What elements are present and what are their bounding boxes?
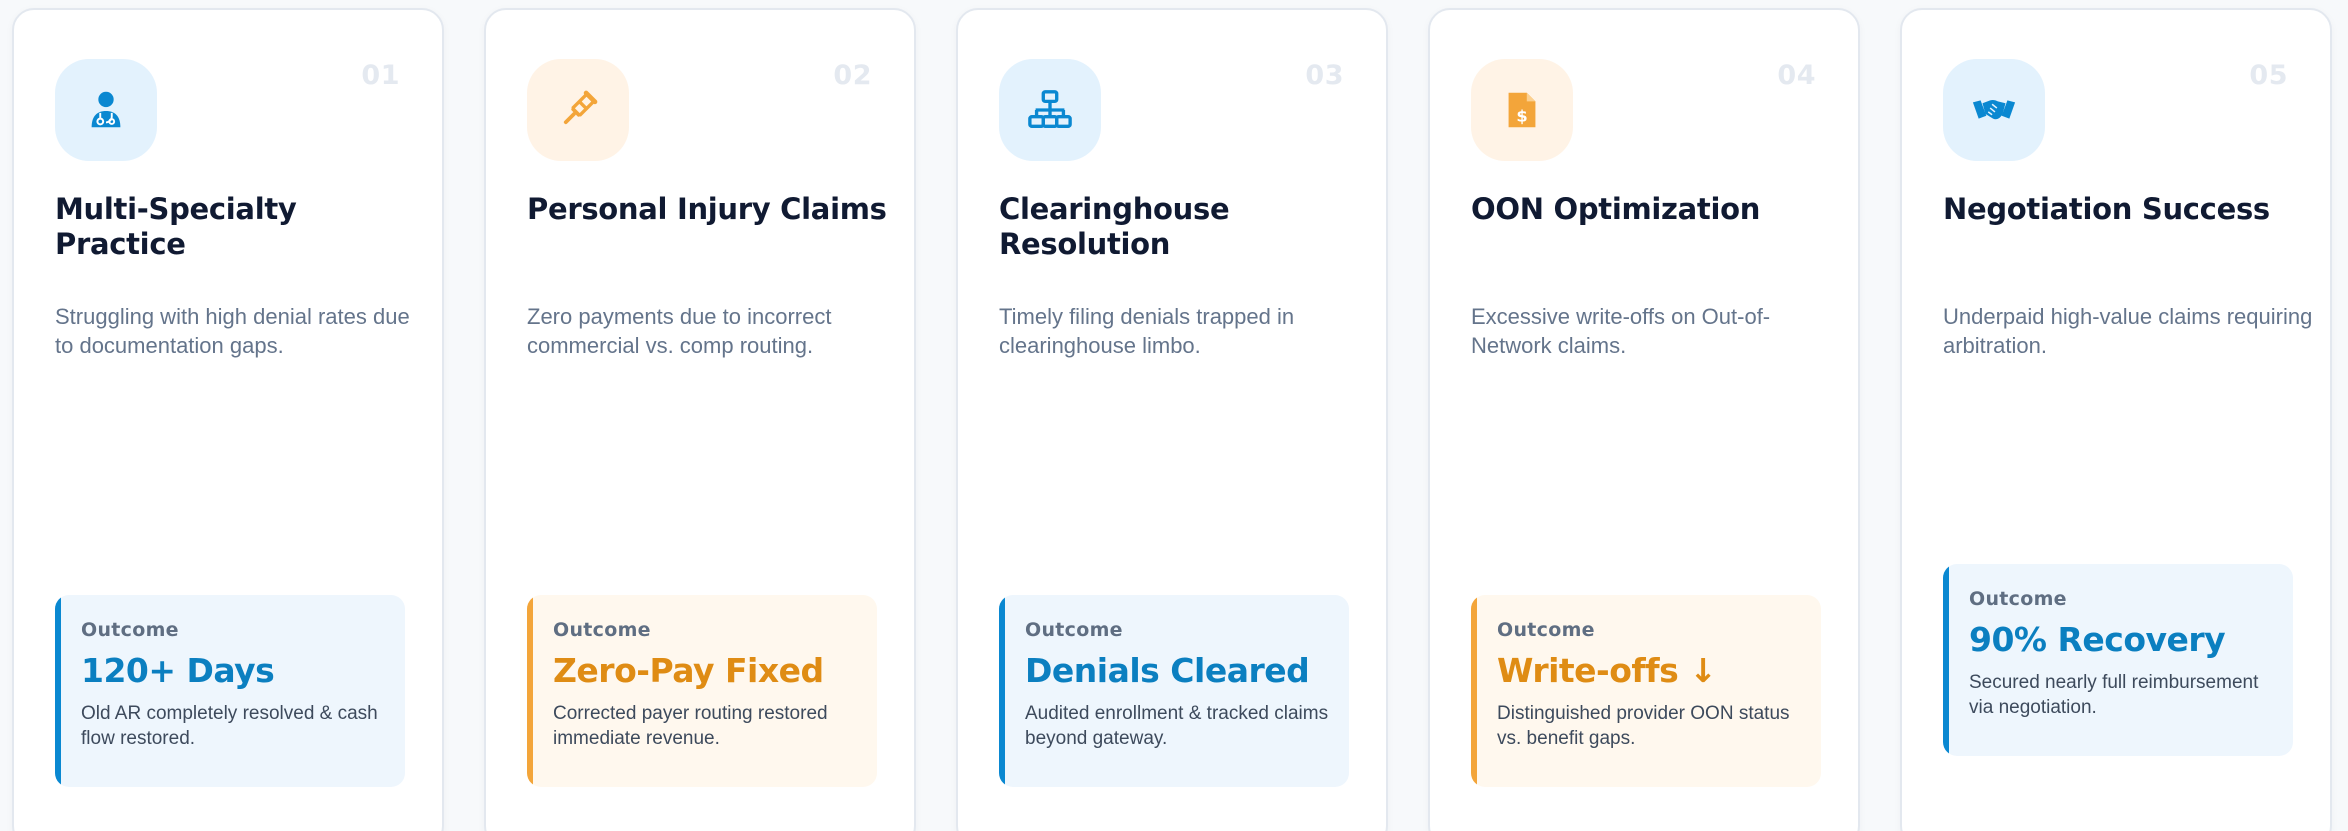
outcome-value: Zero-Pay Fixed	[553, 651, 824, 690]
icon-tile: $	[1471, 59, 1573, 161]
case-card-personal-injury: 02 Personal Injury Claims Zero payments …	[484, 8, 916, 831]
outcome-label: Outcome	[1497, 619, 1595, 641]
outcome-note: Corrected payer routing restored immedia…	[553, 703, 828, 749]
outcome-value: 90% Recovery	[1969, 620, 2226, 659]
outcome-value: Denials Cleared	[1025, 651, 1310, 690]
card-title: OON Optimization	[1471, 192, 1761, 226]
outcome-note: Distinguished provider OON status vs. be…	[1497, 703, 1790, 749]
outcome-box: Outcome Denials Cleared Audited enrollme…	[999, 595, 1349, 787]
card-title: Personal Injury Claims	[527, 192, 887, 226]
outcome-value: 120+ Days	[81, 651, 275, 690]
invoice-dollar-icon: $	[1508, 92, 1536, 128]
case-card-oon-optimization: 04 $ OON Optimization Excessive write-of…	[1428, 8, 1860, 831]
outcome-value: Write-offs ↓	[1497, 651, 1717, 690]
network-icon	[1028, 90, 1072, 128]
icon-tile	[55, 59, 157, 161]
case-study-cards: 01 Multi-Specialty Practice Struggling w…	[0, 0, 2348, 831]
outcome-box: Outcome Write-offs ↓ Distinguished provi…	[1471, 595, 1821, 787]
outcome-note: Audited enrollment & tracked claims beyo…	[1025, 703, 1329, 749]
case-card-multi-specialty: 01 Multi-Specialty Practice Struggling w…	[12, 8, 444, 831]
card-number: 02	[833, 60, 872, 91]
case-card-negotiation: 05 Negotiation Success Underpaid high-va…	[1900, 8, 2332, 831]
card-description: Underpaid high-value claims requiring ar…	[1943, 304, 2313, 358]
icon-tile	[1943, 59, 2045, 161]
outcome-box: Outcome 120+ Days Old AR completely reso…	[55, 595, 405, 787]
card-title: Negotiation Success	[1943, 192, 2270, 226]
handshake-icon	[1972, 100, 2016, 120]
card-number: 04	[1777, 60, 1816, 91]
card-description: Timely filing denials trapped in clearin…	[999, 304, 1295, 358]
outcome-label: Outcome	[1969, 588, 2067, 610]
card-number: 03	[1305, 60, 1344, 91]
card-description: Zero payments due to incorrect commercia…	[527, 304, 832, 358]
case-card-clearinghouse: 03 Clearinghouse Resolution Timely filin…	[956, 8, 1388, 831]
card-description: Struggling with high denial rates due to…	[55, 304, 410, 358]
icon-tile	[527, 59, 629, 161]
card-description: Excessive write-offs on Out-of-Network c…	[1471, 304, 1771, 358]
outcome-label: Outcome	[81, 619, 179, 641]
doctor-icon	[91, 91, 121, 128]
outcome-box: Outcome 90% Recovery Secured nearly full…	[1943, 564, 2293, 756]
outcome-label: Outcome	[553, 619, 651, 641]
svg-text:$: $	[1516, 107, 1527, 126]
outcome-box: Outcome Zero-Pay Fixed Corrected payer r…	[527, 595, 877, 787]
icon-tile	[999, 59, 1101, 161]
outcome-label: Outcome	[1025, 619, 1123, 641]
card-number: 05	[2249, 60, 2288, 91]
outcome-note: Secured nearly full reimbursement via ne…	[1969, 672, 2259, 718]
card-number: 01	[361, 60, 400, 91]
card-title: Multi-Specialty Practice	[55, 192, 297, 261]
outcome-note: Old AR completely resolved & cash flow r…	[81, 703, 378, 749]
crutch-icon	[563, 90, 598, 125]
card-title: Clearinghouse Resolution	[999, 192, 1230, 261]
